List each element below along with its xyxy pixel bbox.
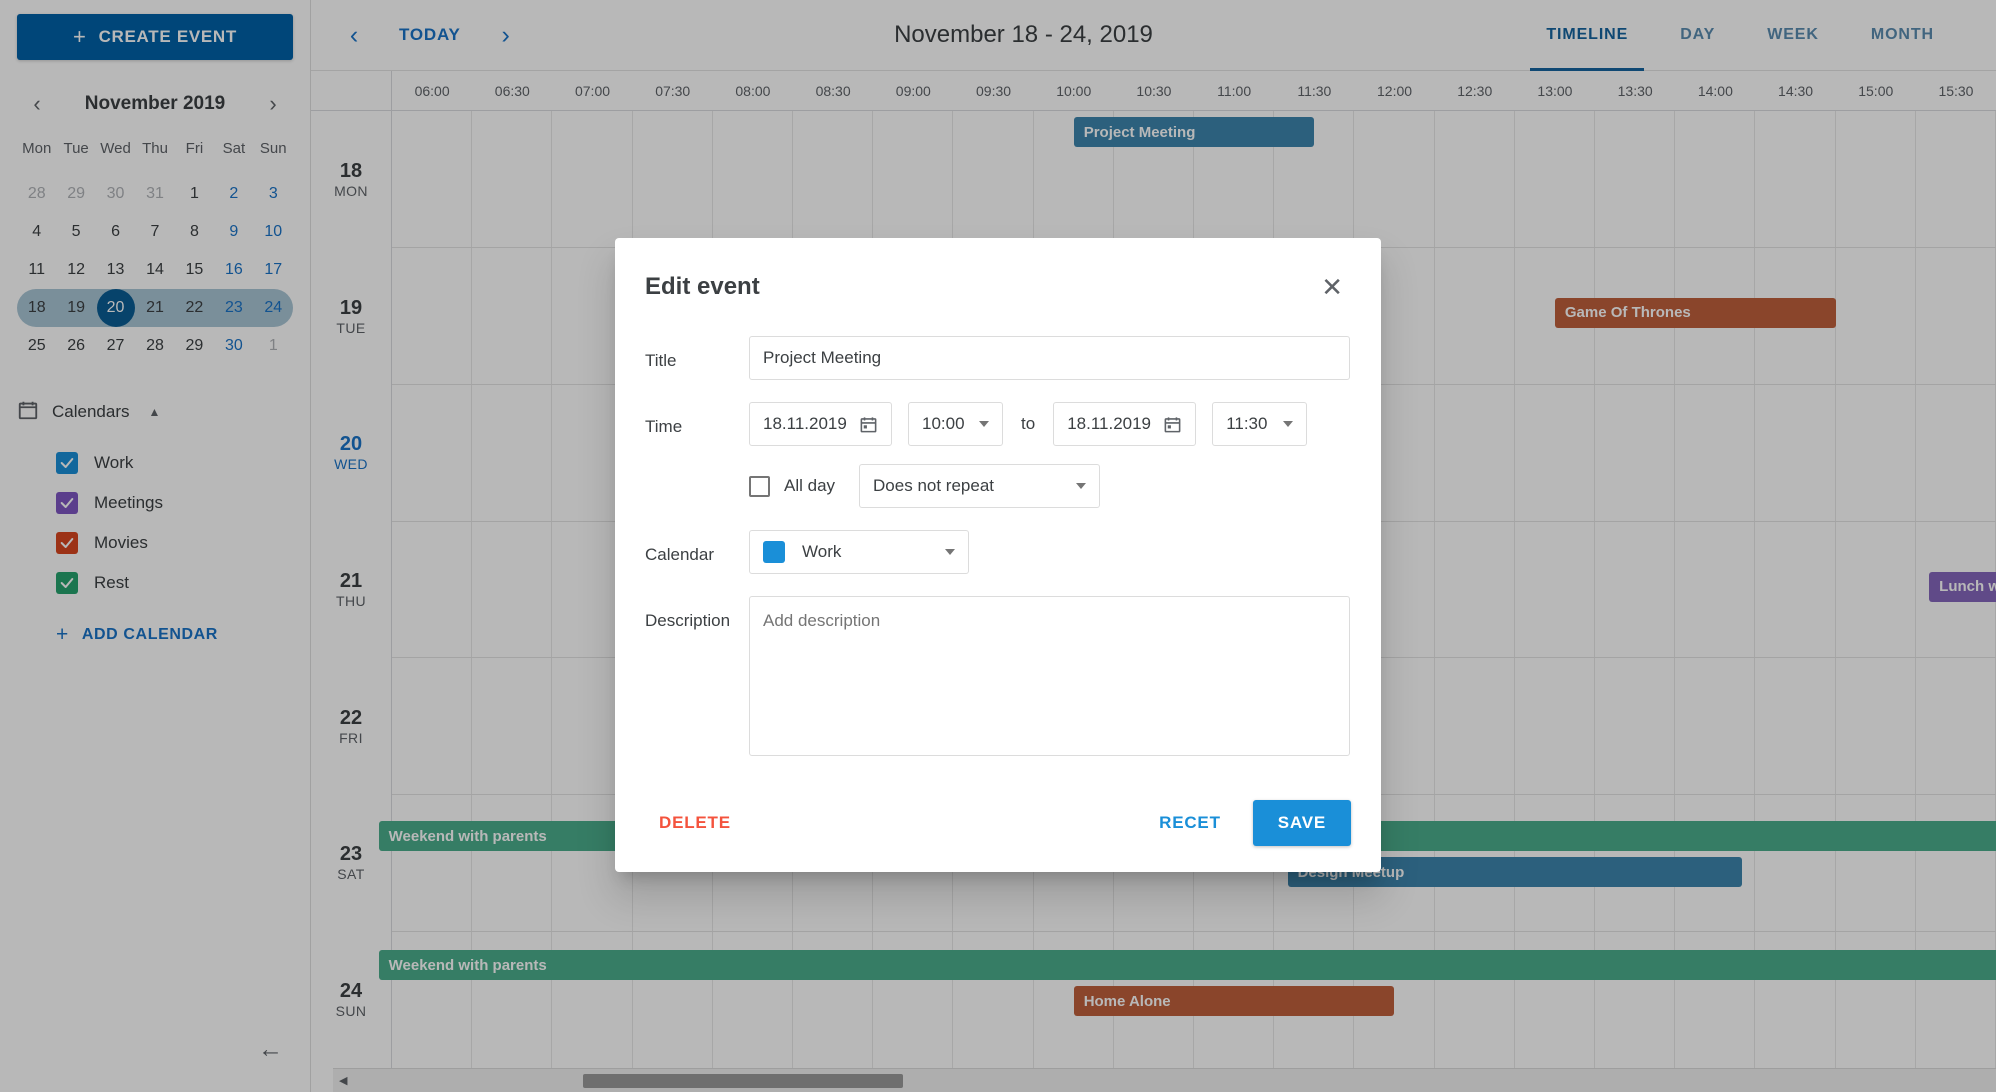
caret-down-icon xyxy=(945,549,955,555)
repeat-value: Does not repeat xyxy=(873,476,994,495)
start-date-value: 18.11.2019 xyxy=(763,414,847,433)
caret-down-icon xyxy=(1076,483,1087,489)
title-row: Title Project Meeting xyxy=(645,336,1351,380)
caret-down-icon xyxy=(1283,421,1294,427)
end-time-select[interactable]: 11:30 xyxy=(1212,402,1308,446)
close-icon[interactable]: ✕ xyxy=(1313,270,1351,304)
dialog-footer: DELETE RECET SAVE xyxy=(645,778,1351,872)
all-day-checkbox[interactable] xyxy=(749,475,770,497)
dialog-header: Edit event ✕ xyxy=(645,264,1351,310)
delete-button[interactable]: DELETE xyxy=(645,802,745,844)
time-range-group: 18.11.2019 10:00 to 18.11.2019 11:30 xyxy=(749,402,1308,446)
description-row: Description xyxy=(645,596,1351,756)
allday-repeat-group: All day Does not repeat xyxy=(749,464,1101,508)
to-label: to xyxy=(1021,414,1036,433)
dialog-title: Edit event xyxy=(645,273,760,300)
time-row: Time 18.11.2019 10:00 to 18.11.2019 11:3… xyxy=(645,402,1351,508)
end-date-input[interactable]: 18.11.2019 xyxy=(1053,402,1197,446)
calendar-color-swatch xyxy=(763,541,785,563)
description-textarea[interactable] xyxy=(749,596,1350,756)
time-fields: 18.11.2019 10:00 to 18.11.2019 11:30 All… xyxy=(749,402,1351,508)
start-time-select[interactable]: 10:00 xyxy=(908,402,1003,446)
save-button[interactable]: SAVE xyxy=(1252,800,1351,846)
title-label: Title xyxy=(645,351,677,370)
calendar-row: Calendar Work xyxy=(645,530,1351,574)
caret-down-icon xyxy=(979,421,989,427)
calendar-fields: Work xyxy=(749,530,1351,574)
calendar-app: + CREATE EVENT ‹ November 2019 › Mon Tue W… xyxy=(0,0,1996,1092)
description-fields xyxy=(749,596,1351,756)
repeat-select[interactable]: Does not repeat xyxy=(859,464,1101,508)
calendar-picker-icon[interactable] xyxy=(1163,415,1182,434)
end-time-value: 11:30 xyxy=(1226,414,1268,433)
start-date-input[interactable]: 18.11.2019 xyxy=(749,402,892,446)
end-date-value: 18.11.2019 xyxy=(1067,414,1152,433)
start-time-value: 10:00 xyxy=(922,414,965,433)
all-day-label: All day xyxy=(784,476,836,495)
edit-event-dialog: Edit event ✕ Title Project Meeting Time … xyxy=(615,238,1381,872)
calendar-select[interactable]: Work xyxy=(749,530,969,574)
dialog-body: Title Project Meeting Time 18.11.2019 10… xyxy=(645,310,1351,756)
calendar-label: Calendar xyxy=(645,545,714,564)
calendar-picker-icon[interactable] xyxy=(859,415,878,434)
calendar-value: Work xyxy=(802,542,842,561)
description-label: Description xyxy=(645,611,731,630)
title-fields: Project Meeting xyxy=(749,336,1351,380)
title-input[interactable]: Project Meeting xyxy=(749,336,1350,380)
time-label: Time xyxy=(645,417,683,436)
reset-button[interactable]: RECET xyxy=(1145,802,1235,844)
calendar-select-value-group: Work xyxy=(763,541,841,563)
